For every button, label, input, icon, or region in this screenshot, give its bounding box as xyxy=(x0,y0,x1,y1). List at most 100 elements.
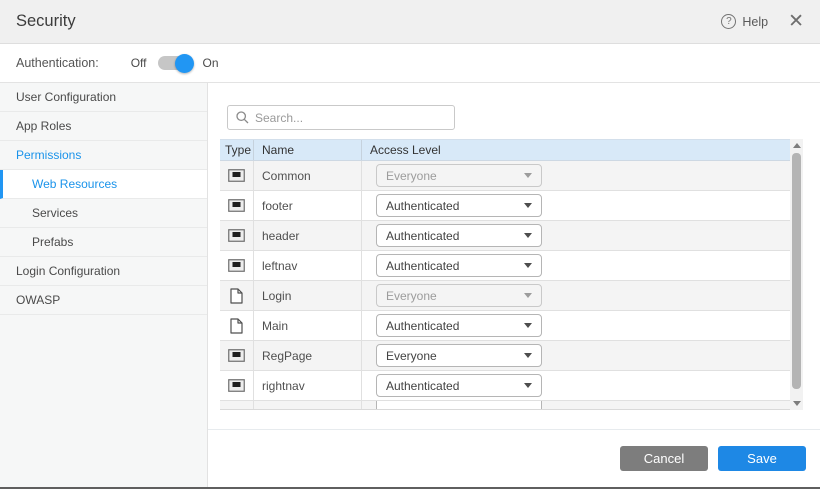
access-cell: Authenticated xyxy=(362,221,790,250)
cancel-button[interactable]: Cancel xyxy=(620,446,708,471)
search-box[interactable] xyxy=(227,105,455,130)
column-header-type[interactable]: Type xyxy=(220,140,254,160)
access-level-select[interactable]: Authenticated xyxy=(376,224,542,247)
table-body: Common Everyone footer xyxy=(220,161,790,410)
sidebar-item-label: Login Configuration xyxy=(16,264,120,278)
access-level-select[interactable]: Authenticated xyxy=(376,194,542,217)
access-level-select[interactable]: Authenticated xyxy=(376,374,542,397)
resource-name: leftnav xyxy=(262,259,297,273)
chevron-down-icon xyxy=(524,383,532,388)
scroll-down-icon[interactable] xyxy=(790,397,803,410)
access-level-value: Authenticated xyxy=(386,379,459,393)
page-title: Security xyxy=(16,12,76,31)
titlebar: Security ? Help ✕ xyxy=(0,0,820,44)
resource-name: header xyxy=(262,229,299,243)
save-button[interactable]: Save xyxy=(718,446,806,471)
sidebar-item-label: Prefabs xyxy=(32,235,73,249)
sidebar-item-label: App Roles xyxy=(16,119,71,133)
column-header-name[interactable]: Name xyxy=(254,140,362,160)
table-row: header Authenticated xyxy=(220,221,790,251)
access-level-value: Authenticated xyxy=(386,199,459,213)
table-row-partial xyxy=(220,401,790,410)
help-icon: ? xyxy=(721,14,736,29)
scrollbar-thumb[interactable] xyxy=(792,153,801,389)
close-icon[interactable]: ✕ xyxy=(788,12,804,31)
partial-icon xyxy=(228,259,245,272)
table-row: rightnav Authenticated xyxy=(220,371,790,401)
sidebar-item-user-configuration[interactable]: User Configuration xyxy=(0,83,207,112)
chevron-down-icon xyxy=(524,203,532,208)
footer-divider xyxy=(208,429,820,430)
type-cell xyxy=(220,251,254,280)
resource-name: RegPage xyxy=(262,349,312,363)
partial-icon xyxy=(228,229,245,242)
resources-table: Type Name Access Level Common xyxy=(220,139,790,410)
resource-name: rightnav xyxy=(262,379,305,393)
table-row: Login Everyone xyxy=(220,281,790,311)
vertical-scrollbar[interactable] xyxy=(790,139,803,410)
table-row: Common Everyone xyxy=(220,161,790,191)
resource-name: footer xyxy=(262,199,293,213)
sidebar-nav: User Configuration App Roles Permissions… xyxy=(0,83,208,487)
type-cell xyxy=(220,161,254,190)
partial-icon xyxy=(228,379,245,392)
access-level-select[interactable]: Everyone xyxy=(376,284,542,307)
search-input[interactable] xyxy=(255,111,446,125)
chevron-down-icon xyxy=(524,353,532,358)
access-cell: Everyone xyxy=(362,161,790,190)
column-header-access-level[interactable]: Access Level xyxy=(362,140,790,160)
partial-icon xyxy=(228,169,245,182)
help-label: Help xyxy=(742,15,768,29)
type-cell xyxy=(220,371,254,400)
partial-icon xyxy=(228,199,245,212)
sidebar-item-prefabs[interactable]: Prefabs xyxy=(0,228,207,257)
type-cell xyxy=(220,281,254,310)
table-header: Type Name Access Level xyxy=(220,139,790,161)
type-cell xyxy=(220,221,254,250)
table-row: RegPage Everyone xyxy=(220,341,790,371)
access-level-select[interactable]: Everyone xyxy=(376,344,542,367)
authentication-toggle[interactable] xyxy=(158,56,192,70)
sidebar-item-owasp[interactable]: OWASP xyxy=(0,286,207,315)
access-level-value: Authenticated xyxy=(386,229,459,243)
sidebar-item-label: Web Resources xyxy=(32,177,117,191)
access-level-value: Everyone xyxy=(386,349,437,363)
access-level-value: Everyone xyxy=(386,289,437,303)
name-cell: header xyxy=(254,221,362,250)
help-button[interactable]: ? Help xyxy=(721,14,768,29)
sidebar-item-web-resources[interactable]: Web Resources xyxy=(0,170,207,199)
name-cell: RegPage xyxy=(254,341,362,370)
chevron-down-icon xyxy=(524,233,532,238)
sidebar-item-label: OWASP xyxy=(16,293,60,307)
chevron-down-icon xyxy=(524,293,532,298)
access-cell: Authenticated xyxy=(362,371,790,400)
sidebar-item-login-configuration[interactable]: Login Configuration xyxy=(0,257,207,286)
name-cell: Main xyxy=(254,311,362,340)
name-cell: Login xyxy=(254,281,362,310)
name-cell: footer xyxy=(254,191,362,220)
toggle-on-label: On xyxy=(203,56,219,70)
access-cell: Authenticated xyxy=(362,251,790,280)
access-level-select[interactable]: Everyone xyxy=(376,164,542,187)
chevron-down-icon xyxy=(524,173,532,178)
main-panel: Type Name Access Level Common xyxy=(208,83,820,487)
page-icon xyxy=(230,318,243,334)
access-level-select[interactable]: Authenticated xyxy=(376,254,542,277)
access-cell: Everyone xyxy=(362,281,790,310)
partial-icon xyxy=(228,349,245,362)
search-icon xyxy=(236,111,249,124)
name-cell: rightnav xyxy=(254,371,362,400)
access-cell: Authenticated xyxy=(362,191,790,220)
sidebar-item-services[interactable]: Services xyxy=(0,199,207,228)
chevron-down-icon xyxy=(524,263,532,268)
sidebar-item-permissions[interactable]: Permissions xyxy=(0,141,207,170)
scroll-up-icon[interactable] xyxy=(790,139,803,152)
access-level-value: Authenticated xyxy=(386,319,459,333)
toggle-off-label: Off xyxy=(131,56,147,70)
access-level-select[interactable]: Authenticated xyxy=(376,314,542,337)
sidebar-item-app-roles[interactable]: App Roles xyxy=(0,112,207,141)
security-dialog: Security ? Help ✕ Authentication: Off On… xyxy=(0,0,820,489)
type-cell xyxy=(220,311,254,340)
access-level-select[interactable] xyxy=(376,401,542,410)
authentication-label: Authentication: xyxy=(16,56,99,70)
